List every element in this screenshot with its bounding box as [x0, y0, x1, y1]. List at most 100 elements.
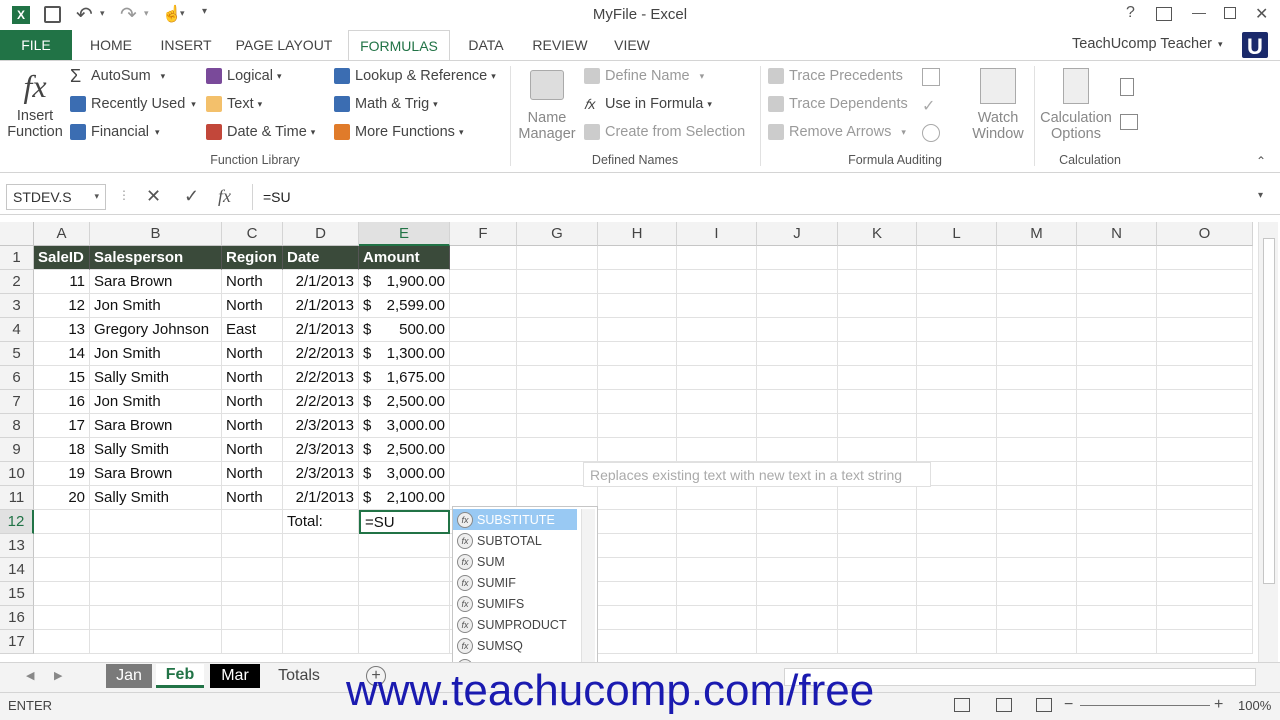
- cell-i15[interactable]: [677, 582, 757, 606]
- cell-h3[interactable]: [598, 294, 677, 318]
- cell-o1[interactable]: [1157, 246, 1253, 270]
- column-header-m[interactable]: M: [997, 222, 1077, 246]
- autosum-button[interactable]: Σ AutoSum ▾: [70, 67, 165, 85]
- header-cell-amount[interactable]: Amount: [359, 246, 450, 270]
- cell-m4[interactable]: [997, 318, 1077, 342]
- cell-g7[interactable]: [517, 390, 598, 414]
- cell-n2[interactable]: [1077, 270, 1157, 294]
- remove-arrows-button[interactable]: Remove Arrows ▾: [768, 124, 906, 140]
- scroll-thumb[interactable]: [1263, 238, 1275, 584]
- cell-n9[interactable]: [1077, 438, 1157, 462]
- cell-f9[interactable]: [450, 438, 517, 462]
- cell-m16[interactable]: [997, 606, 1077, 630]
- cell-h15[interactable]: [598, 582, 677, 606]
- cell-i13[interactable]: [677, 534, 757, 558]
- use-in-formula-button[interactable]: 𝑓x Use in Formula ▾: [584, 96, 712, 112]
- cell-c17[interactable]: [222, 630, 283, 654]
- cell-h16[interactable]: [598, 606, 677, 630]
- cell-date[interactable]: 2/2/2013: [283, 390, 359, 414]
- collapse-ribbon-icon[interactable]: ⌃: [1256, 154, 1266, 168]
- cell-o4[interactable]: [1157, 318, 1253, 342]
- cell-k3[interactable]: [838, 294, 917, 318]
- cell-h5[interactable]: [598, 342, 677, 366]
- cell-saleid[interactable]: 18: [34, 438, 90, 462]
- scroll-tabs-left-icon[interactable]: ◀: [26, 669, 34, 682]
- cell-i17[interactable]: [677, 630, 757, 654]
- cell-m5[interactable]: [997, 342, 1077, 366]
- zoom-out-icon[interactable]: −: [1064, 696, 1073, 714]
- trace-dependents-button[interactable]: Trace Dependents: [768, 96, 908, 112]
- cell-i6[interactable]: [677, 366, 757, 390]
- row-header-15[interactable]: 15: [0, 582, 34, 606]
- row-header-8[interactable]: 8: [0, 414, 34, 438]
- math-trig-button[interactable]: Math & Trig ▾: [334, 96, 438, 112]
- tab-insert[interactable]: INSERT: [150, 30, 222, 60]
- restore-icon[interactable]: [1224, 7, 1236, 19]
- cell-m12[interactable]: [997, 510, 1077, 534]
- cell-k8[interactable]: [838, 414, 917, 438]
- cell-n1[interactable]: [1077, 246, 1157, 270]
- cell-h2[interactable]: [598, 270, 677, 294]
- cell-i14[interactable]: [677, 558, 757, 582]
- cell-c12[interactable]: [222, 510, 283, 534]
- cell-k15[interactable]: [838, 582, 917, 606]
- cell-k1[interactable]: [838, 246, 917, 270]
- cell-date[interactable]: 2/1/2013: [283, 486, 359, 510]
- cell-g3[interactable]: [517, 294, 598, 318]
- cell-j17[interactable]: [757, 630, 838, 654]
- row-header-1[interactable]: 1: [0, 246, 34, 270]
- cell-j12[interactable]: [757, 510, 838, 534]
- cell-l5[interactable]: [917, 342, 997, 366]
- cell-saleid[interactable]: 15: [34, 366, 90, 390]
- autocomplete-item[interactable]: fx SUMPRODUCT: [453, 614, 577, 635]
- cell-e14[interactable]: [359, 558, 450, 582]
- scroll-tabs-right-icon[interactable]: ▶: [54, 669, 62, 682]
- cell-amount[interactable]: $1,900.00: [359, 270, 450, 294]
- cell-date[interactable]: 2/2/2013: [283, 366, 359, 390]
- tab-formulas[interactable]: FORMULAS: [348, 30, 450, 61]
- cell-n14[interactable]: [1077, 558, 1157, 582]
- cell-k12[interactable]: [838, 510, 917, 534]
- cell-h13[interactable]: [598, 534, 677, 558]
- cell-h4[interactable]: [598, 318, 677, 342]
- row-header-2[interactable]: 2: [0, 270, 34, 294]
- cell-j13[interactable]: [757, 534, 838, 558]
- sheet-tab-feb[interactable]: Feb: [156, 664, 204, 688]
- row-header-6[interactable]: 6: [0, 366, 34, 390]
- autocomplete-item[interactable]: fx SUBTOTAL: [453, 530, 577, 551]
- cell-saleid[interactable]: 13: [34, 318, 90, 342]
- total-label[interactable]: Total:: [283, 510, 359, 534]
- cell-j9[interactable]: [757, 438, 838, 462]
- cell-k5[interactable]: [838, 342, 917, 366]
- cell-amount[interactable]: $1,675.00: [359, 366, 450, 390]
- column-header-j[interactable]: J: [757, 222, 838, 246]
- avatar[interactable]: U: [1240, 30, 1270, 60]
- minimize-icon[interactable]: —: [1192, 4, 1206, 20]
- enter-entry-button[interactable]: ✓: [184, 186, 199, 207]
- column-header-n[interactable]: N: [1077, 222, 1157, 246]
- expand-formula-bar-icon[interactable]: ▾: [1258, 190, 1263, 201]
- cell-o11[interactable]: [1157, 486, 1253, 510]
- cell-m8[interactable]: [997, 414, 1077, 438]
- undo-icon[interactable]: ↶: [76, 2, 93, 27]
- row-header-14[interactable]: 14: [0, 558, 34, 582]
- evaluate-formula-icon[interactable]: [922, 124, 940, 142]
- cell-m7[interactable]: [997, 390, 1077, 414]
- autocomplete-item[interactable]: fx SUM: [453, 551, 577, 572]
- cell-n4[interactable]: [1077, 318, 1157, 342]
- cell-n13[interactable]: [1077, 534, 1157, 558]
- cell-d17[interactable]: [283, 630, 359, 654]
- zoom-level[interactable]: 100%: [1238, 698, 1271, 713]
- excel-icon[interactable]: X: [12, 6, 30, 24]
- row-header-11[interactable]: 11: [0, 486, 34, 510]
- calculate-sheet-icon[interactable]: [1120, 114, 1138, 130]
- tab-review[interactable]: REVIEW: [522, 30, 598, 60]
- header-cell-region[interactable]: Region: [222, 246, 283, 270]
- cell-l17[interactable]: [917, 630, 997, 654]
- cell-salesperson[interactable]: Gregory Johnson: [90, 318, 222, 342]
- cell-f2[interactable]: [450, 270, 517, 294]
- cell-amount[interactable]: $2,599.00: [359, 294, 450, 318]
- cell-region[interactable]: North: [222, 366, 283, 390]
- cell-l14[interactable]: [917, 558, 997, 582]
- cell-l3[interactable]: [917, 294, 997, 318]
